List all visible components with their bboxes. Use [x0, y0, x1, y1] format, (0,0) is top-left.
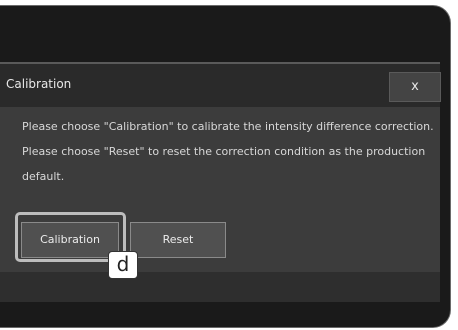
- dialog-titlebar: Calibration x: [0, 62, 441, 109]
- calibration-button[interactable]: Calibration: [21, 222, 119, 258]
- reset-button[interactable]: Reset: [130, 222, 226, 258]
- callout-label: d: [108, 251, 138, 279]
- message-line-2: Please choose "Reset" to reset the corre…: [22, 145, 426, 158]
- message-line-1: Please choose "Calibration" to calibrate…: [22, 120, 434, 133]
- lower-bar: [0, 272, 440, 302]
- close-button[interactable]: x: [389, 72, 441, 102]
- device-screen: Calibration x Please choose "Calibration…: [0, 5, 451, 328]
- dialog-title: Calibration: [6, 77, 72, 91]
- message-line-3: default.: [22, 170, 65, 183]
